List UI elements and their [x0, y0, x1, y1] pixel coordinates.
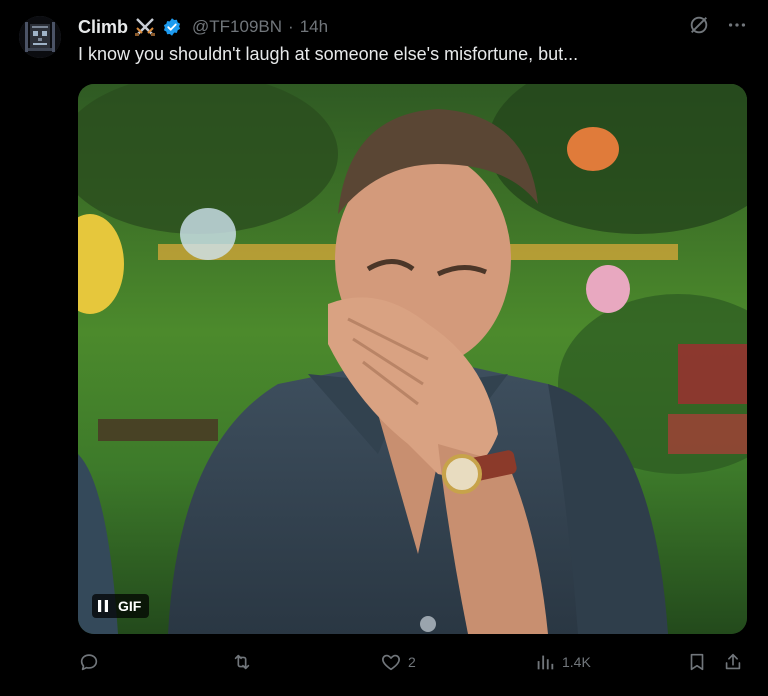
tweet-text: I know you shouldn't laugh at someone el… [78, 44, 579, 64]
like-button[interactable]: 2 [380, 650, 416, 674]
verified-badge-icon[interactable] [162, 17, 182, 37]
reply-button[interactable] [78, 650, 106, 674]
tweet-action-bar: 2 1.4K [78, 650, 748, 674]
avatar[interactable] [19, 16, 61, 58]
tweet[interactable]: Climb @TF109BN · 14h I know you shouldn'… [0, 0, 768, 696]
author-handle[interactable]: @TF109BN [192, 17, 282, 37]
share-icon [722, 651, 744, 673]
pixel-skull-avatar-icon [19, 16, 61, 58]
gif-image [78, 84, 747, 634]
views-button[interactable]: 1.4K [534, 650, 591, 674]
bookmark-button[interactable] [686, 650, 708, 674]
more-icon[interactable] [726, 14, 748, 36]
gif-badge[interactable]: GIF [92, 594, 150, 618]
pause-icon[interactable] [96, 599, 110, 613]
heart-icon [380, 651, 402, 673]
views-icon [534, 651, 556, 673]
tweet-header: Climb @TF109BN · 14h [78, 14, 328, 40]
retweet-button[interactable] [230, 650, 260, 674]
retweet-icon [230, 651, 254, 673]
tweet-timestamp[interactable]: 14h [300, 17, 328, 37]
crossed-swords-icon [134, 17, 156, 37]
grok-icon[interactable] [688, 14, 710, 36]
reply-icon [78, 651, 100, 673]
like-count: 2 [408, 654, 416, 670]
tweet-media-gif[interactable]: GIF [78, 84, 747, 634]
views-count: 1.4K [562, 654, 591, 670]
share-button[interactable] [722, 650, 744, 674]
separator-dot: · [288, 17, 294, 36]
gif-label: GIF [118, 598, 142, 614]
author-name[interactable]: Climb [78, 17, 128, 38]
bookmark-icon [686, 651, 708, 673]
top-actions [688, 14, 748, 36]
